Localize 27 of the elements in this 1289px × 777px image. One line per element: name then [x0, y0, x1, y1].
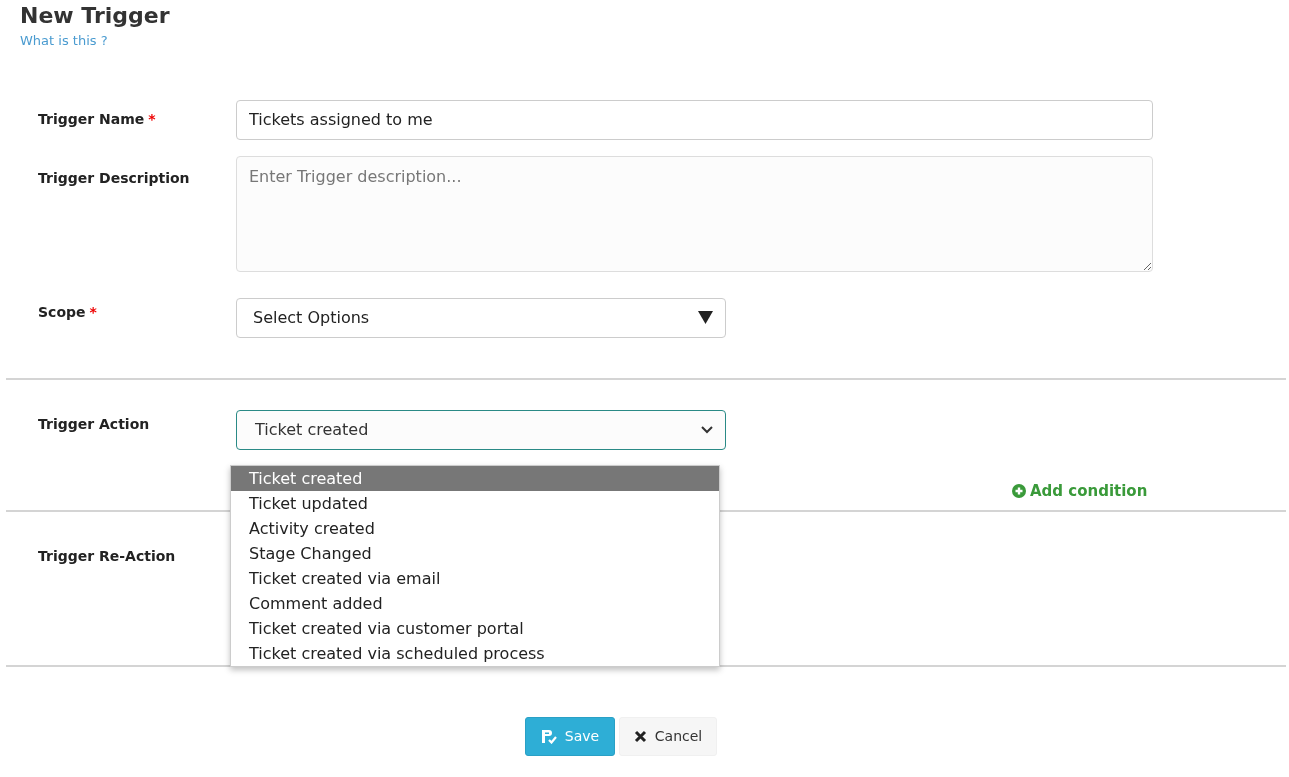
add-condition-link[interactable]: Add condition	[1012, 479, 1148, 503]
field-label: Scope	[38, 303, 86, 320]
description-field[interactable]: Enter Trigger description...	[236, 155, 1153, 272]
close-icon	[633, 729, 647, 743]
text-input[interactable]: Tickets assigned to me	[236, 99, 1153, 140]
dropdown-option[interactable]: Ticket created via scheduled process	[231, 641, 719, 666]
scope-dropdown[interactable]: Select Options	[236, 297, 726, 338]
dropdown-option[interactable]: Comment added	[231, 591, 719, 616]
field-label: Trigger Action	[38, 415, 150, 432]
action-select[interactable]: Ticket created	[236, 409, 726, 450]
triangle-down-icon	[698, 311, 713, 325]
dropdown-option[interactable]: Ticket created	[231, 466, 719, 491]
cancel-button[interactable]: Cancel	[619, 716, 717, 756]
dropdown-option[interactable]: Ticket created via email	[231, 566, 719, 591]
dropdown-option[interactable]: Stage Changed	[231, 541, 719, 566]
page-title: New Trigger	[19, 2, 171, 30]
dropdown-option[interactable]: Ticket updated	[231, 491, 719, 516]
field-label: Trigger Description	[38, 169, 190, 186]
save-icon	[540, 728, 557, 744]
plus-circle-icon	[1012, 484, 1026, 499]
chevron-down-icon	[701, 425, 713, 434]
required-mark: *	[89, 303, 97, 320]
field-label: Trigger Re-Action	[38, 547, 176, 564]
dropdown-option[interactable]: Activity created	[231, 516, 719, 541]
required-mark: *	[148, 111, 156, 128]
field-label: Trigger Name	[38, 111, 145, 128]
dropdown-option[interactable]: Ticket created via customer portal	[231, 616, 719, 641]
